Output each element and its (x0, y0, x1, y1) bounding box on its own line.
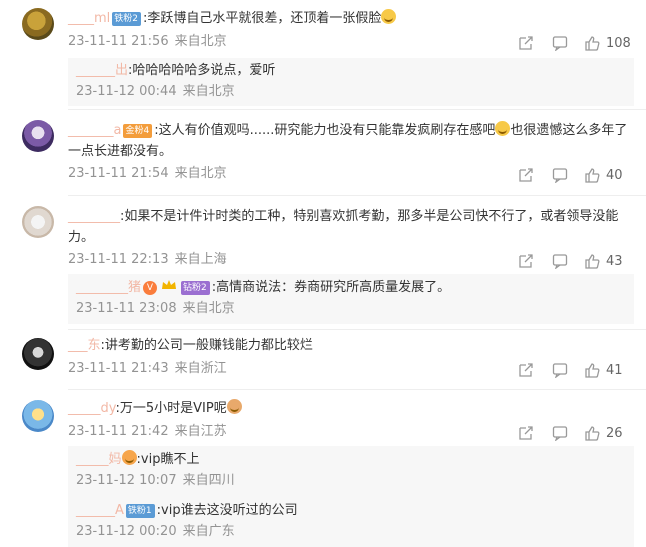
like-icon (585, 254, 600, 269)
share-icon (519, 36, 533, 50)
username[interactable]: _____dy (68, 401, 116, 416)
location: 来自上海 (174, 252, 227, 267)
reply-button[interactable] (552, 33, 568, 53)
reply-button[interactable] (552, 423, 568, 443)
comment-item: ____ml 铁粉2:李跃博自己水平就很差，还顶着一张假脸 23-11-11 21… (0, 0, 646, 110)
comment-actions: 40 (518, 165, 626, 185)
username[interactable]: _______a (68, 123, 121, 138)
reply-text: :vip瞧不上 (136, 452, 200, 467)
reply-icon (552, 168, 568, 183)
reply-list: ________猪 V 钻粉2:高情商说法：券商研究所高质量发展了。 23-11-1… (68, 274, 634, 324)
share-button[interactable] (518, 33, 534, 53)
location: 来自四川 (182, 473, 235, 488)
timestamp: 23-11-11 23:08 (76, 301, 177, 316)
location: 来自北京 (174, 34, 227, 49)
doge-emoji-icon (226, 399, 242, 414)
like-count: 40 (606, 167, 623, 183)
like-button[interactable]: 26 (584, 423, 623, 443)
like-icon (585, 168, 600, 183)
location: 来自江苏 (174, 424, 227, 439)
timestamp: 23-11-11 21:43 (68, 361, 169, 376)
reply-icon (552, 254, 568, 269)
fan-badge: 钻粉2 (181, 281, 210, 295)
avatar[interactable] (22, 120, 54, 152)
comment-text: :李跃博自己水平就很差，还顶着一张假脸 (143, 11, 382, 26)
reply-button[interactable] (552, 360, 568, 380)
laugh-cry-emoji-icon (381, 9, 397, 24)
share-button[interactable] (518, 423, 534, 443)
vip-badge-icon: V (143, 281, 158, 295)
comment-item: _____dy:万一5小时是VIP呢 23-11-11 21:42 来自江苏 26… (0, 390, 646, 547)
reply-text: :哈哈哈哈哈多说点，爱听 (128, 63, 276, 78)
comment-actions: 43 (518, 251, 626, 271)
share-button[interactable] (518, 360, 534, 380)
reply-button[interactable] (552, 251, 568, 271)
share-icon (519, 363, 533, 377)
like-count: 41 (606, 362, 623, 378)
location: 来自浙江 (174, 361, 227, 376)
reply-text: :vip谁去这没听过的公司 (156, 503, 298, 518)
comment-item: _______a 金粉4:这人有价值观吗......研究能力也没有只能靠发疯刷存在… (0, 110, 646, 196)
emoji-icon (121, 450, 137, 465)
reply-button[interactable] (552, 165, 568, 185)
reply-list: ______出:哈哈哈哈哈多说点，爱听 23-11-12 00:44 来自北京 (68, 58, 634, 106)
reply-icon (552, 36, 568, 51)
share-icon (519, 426, 533, 440)
like-icon (585, 36, 600, 51)
avatar[interactable] (22, 400, 54, 432)
comment-item: ___东:讲考勤的公司一般赚钱能力都比较烂 23-11-11 21:43 来自浙江… (0, 330, 646, 390)
comment-text: :讲考勤的公司一般赚钱能力都比较烂 (100, 338, 313, 353)
username[interactable]: _____妈 (76, 452, 122, 467)
comment-text: :这人有价值观吗......研究能力也没有只能靠发疯刷存在感吧 (154, 123, 496, 138)
like-button[interactable]: 41 (584, 360, 623, 380)
avatar[interactable] (22, 8, 54, 40)
reply-icon (552, 363, 568, 378)
like-count: 43 (606, 253, 623, 269)
sweat-emoji-icon (495, 121, 511, 136)
reply-list: _____妈 :vip瞧不上 23-11-12 10:07 来自四川 ______A… (68, 446, 634, 547)
comment-actions: 108 (518, 33, 631, 53)
fan-badge: 金粉4 (123, 124, 153, 138)
share-icon (519, 168, 533, 182)
timestamp: 23-11-11 21:56 (68, 34, 169, 49)
username[interactable]: ______出 (76, 63, 128, 78)
avatar[interactable] (22, 206, 54, 238)
timestamp: 23-11-11 21:42 (68, 424, 169, 439)
comment-text: :万一5小时是VIP呢 (115, 401, 227, 416)
username[interactable]: ________猪 (76, 280, 141, 295)
comment-item: ________:如果不是计件计时类的工种，特别喜欢抓考勤，那多半是公司快不行了… (0, 196, 646, 330)
location: 来自广东 (182, 524, 235, 539)
comment-text: :如果不是计件计时类的工种，特别喜欢抓考勤，那多半是公司快不行了，或者领导没能力… (68, 209, 619, 245)
share-button[interactable] (518, 165, 534, 185)
like-icon (585, 363, 600, 378)
comment-actions: 41 (518, 360, 626, 380)
like-button[interactable]: 108 (584, 33, 631, 53)
reply-icon (552, 426, 568, 441)
crown-icon (162, 280, 177, 289)
username[interactable]: ____ml (68, 11, 110, 26)
like-count: 26 (606, 425, 623, 441)
comment-actions: 26 (518, 423, 626, 443)
like-button[interactable]: 43 (584, 251, 623, 271)
timestamp: 23-11-11 22:13 (68, 252, 169, 267)
timestamp: 23-11-12 00:44 (76, 84, 177, 99)
timestamp: 23-11-11 21:54 (68, 166, 169, 181)
location: 来自北京 (174, 166, 227, 181)
username[interactable]: ___东 (68, 338, 101, 353)
like-count: 108 (606, 35, 631, 51)
fan-badge: 铁粉2 (112, 12, 142, 26)
location: 来自北京 (182, 84, 235, 99)
share-button[interactable] (518, 251, 534, 271)
fan-badge: 铁粉1 (125, 504, 155, 518)
avatar[interactable] (22, 338, 54, 370)
location: 来自北京 (182, 301, 235, 316)
share-icon (519, 254, 533, 268)
like-button[interactable]: 40 (584, 165, 623, 185)
username[interactable]: ________ (68, 209, 120, 224)
timestamp: 23-11-12 00:20 (76, 524, 177, 539)
like-icon (585, 426, 600, 441)
username[interactable]: ______A (76, 503, 124, 518)
timestamp: 23-11-12 10:07 (76, 473, 177, 488)
reply-text: :高情商说法：券商研究所高质量发展了。 (211, 280, 451, 295)
